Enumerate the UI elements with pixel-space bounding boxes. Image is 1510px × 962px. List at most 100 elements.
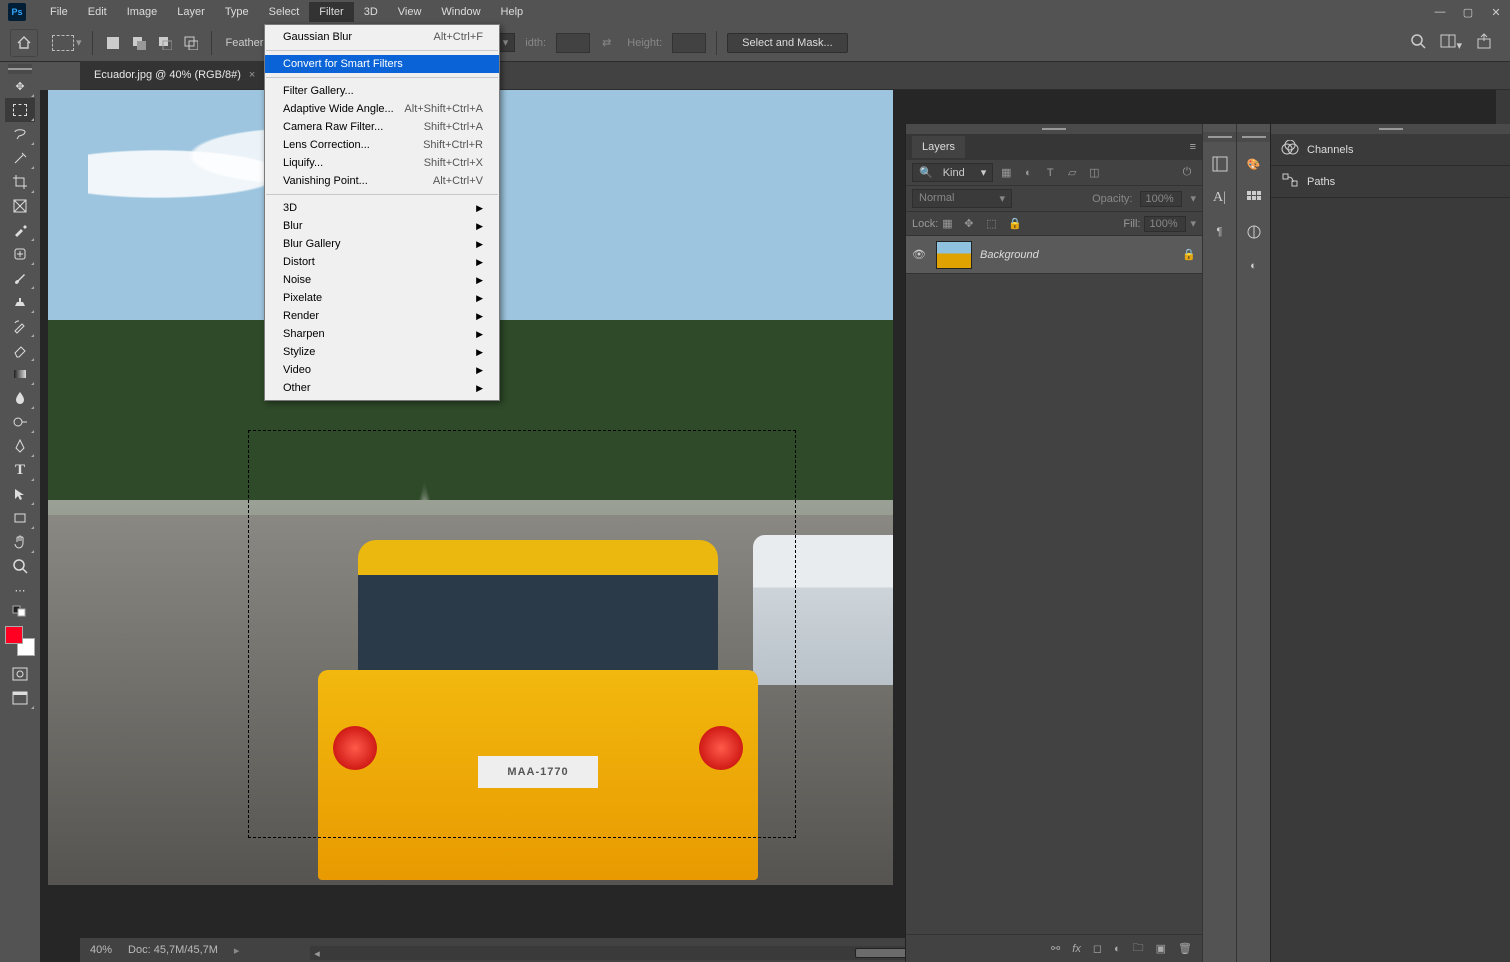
select-and-mask-button[interactable]: Select and Mask... (727, 33, 848, 53)
filter-kind-dropdown[interactable]: 🔍 Kind ▾ (912, 163, 993, 182)
lock-pixels-icon[interactable]: ▦ (942, 217, 960, 230)
menu-item-camera-raw-filter[interactable]: Camera Raw Filter...Shift+Ctrl+A (265, 118, 499, 136)
channels-panel-tab[interactable]: Channels (1271, 134, 1510, 166)
fill-input[interactable]: 100% (1144, 216, 1186, 232)
menu-filter[interactable]: Filter (309, 2, 353, 22)
blur-tool[interactable] (5, 386, 35, 410)
menu-item-blur[interactable]: Blur▶ (265, 217, 499, 235)
menu-item-lens-correction[interactable]: Lens Correction...Shift+Ctrl+R (265, 136, 499, 154)
menu-item-other[interactable]: Other▶ (265, 379, 499, 397)
new-layer-icon[interactable]: ▣ (1156, 942, 1166, 955)
layer-fx-icon[interactable]: fx (1072, 943, 1081, 955)
group-icon[interactable]: 🗀 (1133, 939, 1144, 958)
menu-help[interactable]: Help (491, 2, 534, 22)
crop-tool[interactable] (5, 170, 35, 194)
brush-tool[interactable] (5, 266, 35, 290)
menu-item-sharpen[interactable]: Sharpen▶ (265, 325, 499, 343)
lock-all-icon[interactable]: 🔒 (1008, 217, 1026, 230)
hand-tool[interactable] (5, 530, 35, 554)
type-tool[interactable]: T (5, 458, 35, 482)
clone-stamp-tool[interactable] (5, 290, 35, 314)
menu-item-liquify[interactable]: Liquify...Shift+Ctrl+X (265, 154, 499, 172)
lasso-tool[interactable] (5, 122, 35, 146)
menu-edit[interactable]: Edit (78, 2, 117, 22)
layer-row[interactable]: 👁 Background 🔒 (906, 236, 1202, 274)
path-selection-tool[interactable] (5, 482, 35, 506)
workspace-icon[interactable]: ▾ (1440, 33, 1462, 52)
menu-file[interactable]: File (40, 2, 78, 22)
menu-item-3d[interactable]: 3D▶ (265, 199, 499, 217)
menu-window[interactable]: Window (431, 2, 490, 22)
color-panel-icon[interactable]: 🎨 (1242, 152, 1266, 176)
menu-item-blur-gallery[interactable]: Blur Gallery▶ (265, 235, 499, 253)
zoom-display[interactable]: 40% (90, 944, 112, 956)
layer-thumbnail[interactable] (936, 241, 972, 269)
healing-brush-tool[interactable] (5, 242, 35, 266)
menu-type[interactable]: Type (215, 2, 259, 22)
pen-tool[interactable] (5, 434, 35, 458)
selection-marquee[interactable] (248, 430, 796, 838)
frame-tool[interactable] (5, 194, 35, 218)
properties-panel-icon[interactable] (1208, 152, 1232, 176)
paths-panel-tab[interactable]: Paths (1271, 166, 1510, 198)
lock-position-icon[interactable]: ✥ (964, 217, 982, 230)
delete-layer-icon[interactable]: 🗑 (1178, 942, 1192, 955)
gradient-tool[interactable] (5, 362, 35, 386)
search-icon[interactable] (1410, 33, 1426, 52)
panel-menu-icon[interactable]: ≡ (1190, 141, 1196, 153)
zoom-tool[interactable] (5, 554, 35, 578)
blend-mode-dropdown[interactable]: Normal▾ (912, 189, 1012, 208)
filter-adjust-icon[interactable]: ◐ (1019, 164, 1037, 182)
eraser-tool[interactable] (5, 338, 35, 362)
eyedropper-tool[interactable] (5, 218, 35, 242)
layer-mask-icon[interactable]: ◻ (1093, 942, 1102, 955)
visibility-icon[interactable]: 👁 (912, 248, 928, 261)
lock-artboard-icon[interactable]: ⬚ (986, 217, 1004, 230)
quickmask-icon[interactable] (5, 662, 35, 686)
selection-add-icon[interactable] (129, 33, 149, 53)
character-panel-icon[interactable]: A| (1208, 186, 1232, 210)
paragraph-panel-icon[interactable]: ¶ (1208, 220, 1232, 244)
screenmode-icon[interactable] (5, 686, 35, 710)
menu-item-filter-gallery[interactable]: Filter Gallery... (265, 82, 499, 100)
menu-3d[interactable]: 3D (354, 2, 388, 22)
menu-item-video[interactable]: Video▶ (265, 361, 499, 379)
dodge-tool[interactable] (5, 410, 35, 434)
marquee-tool[interactable] (5, 98, 35, 122)
selection-subtract-icon[interactable] (155, 33, 175, 53)
marquee-tool-icon[interactable] (52, 35, 74, 51)
color-swatches[interactable] (5, 626, 35, 656)
minimize-button[interactable]: — (1426, 0, 1454, 24)
selection-new-icon[interactable] (103, 33, 123, 53)
filter-pixel-icon[interactable]: ▦ (997, 164, 1015, 182)
menu-item-render[interactable]: Render▶ (265, 307, 499, 325)
doc-size-display[interactable]: Doc: 45,7M/45,7M (128, 944, 218, 956)
edit-toolbar[interactable]: ⋯ (5, 578, 35, 602)
selection-intersect-icon[interactable] (181, 33, 201, 53)
rectangle-tool[interactable] (5, 506, 35, 530)
menu-view[interactable]: View (388, 2, 432, 22)
menu-item-pixelate[interactable]: Pixelate▶ (265, 289, 499, 307)
maximize-button[interactable]: ▢ (1454, 0, 1482, 24)
close-button[interactable]: ✕ (1482, 0, 1510, 24)
link-layers-icon[interactable]: ⚯ (1051, 942, 1060, 955)
menu-image[interactable]: Image (117, 2, 168, 22)
menu-item-stylize[interactable]: Stylize▶ (265, 343, 499, 361)
filter-smart-icon[interactable]: ◫ (1085, 164, 1103, 182)
menu-item-vanishing-point[interactable]: Vanishing Point...Alt+Ctrl+V (265, 172, 499, 190)
move-tool[interactable]: ✥ (5, 74, 35, 98)
home-button[interactable] (10, 29, 38, 57)
menu-layer[interactable]: Layer (167, 2, 215, 22)
menu-item-distort[interactable]: Distort▶ (265, 253, 499, 271)
tab-close-icon[interactable]: × (249, 69, 255, 81)
menu-item-convert-for-smart-filters[interactable]: Convert for Smart Filters (265, 55, 499, 73)
share-icon[interactable] (1476, 33, 1492, 52)
adjustments-panel-icon[interactable] (1242, 220, 1266, 244)
filter-shape-icon[interactable]: ▱ (1063, 164, 1081, 182)
document-tab[interactable]: Ecuador.jpg @ 40% (RGB/8#)× (80, 61, 269, 89)
layers-tab[interactable]: Layers (912, 136, 965, 158)
opacity-input[interactable]: 100% (1140, 191, 1182, 207)
layer-name[interactable]: Background (980, 249, 1174, 261)
default-colors-icon[interactable] (5, 602, 35, 620)
menu-item-adaptive-wide-angle[interactable]: Adaptive Wide Angle...Alt+Shift+Ctrl+A (265, 100, 499, 118)
